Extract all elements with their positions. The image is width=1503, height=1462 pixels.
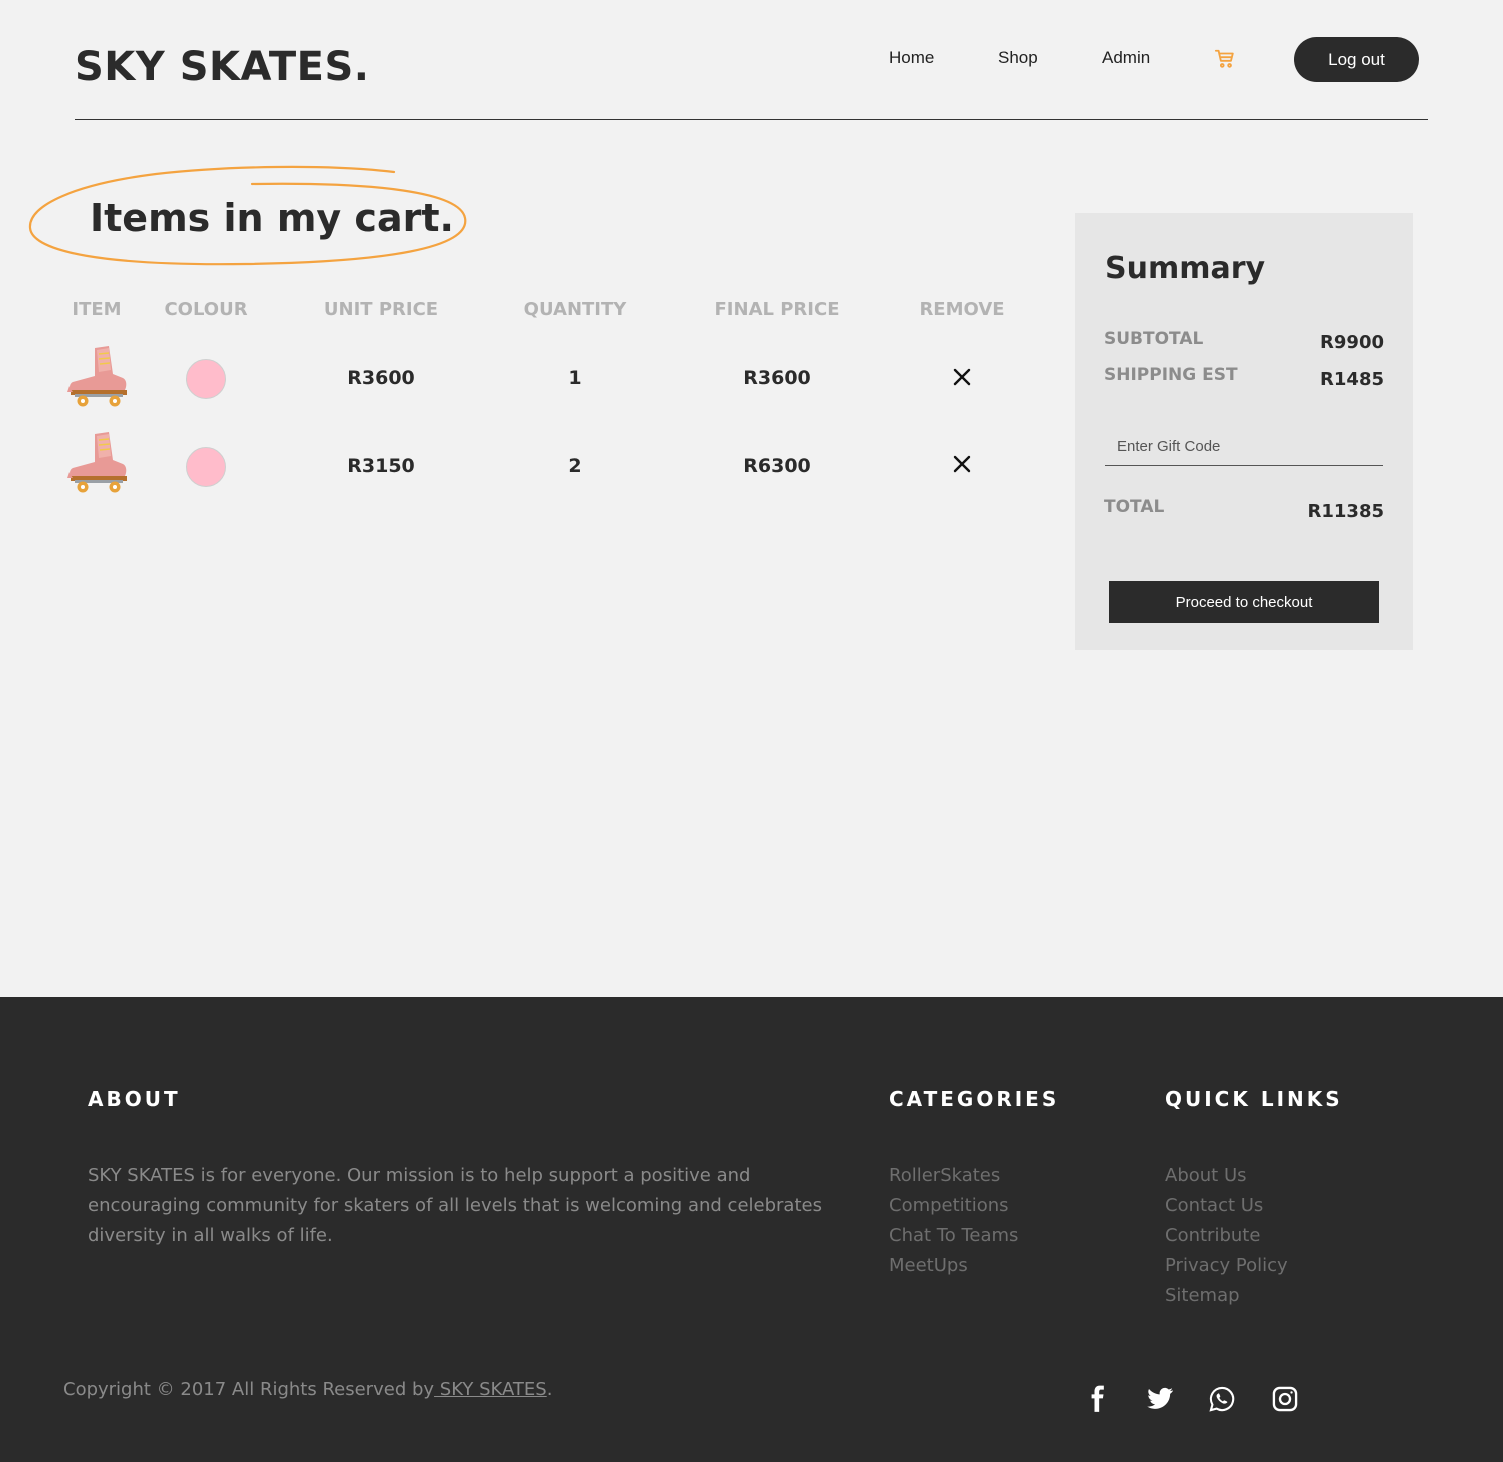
roller-skate-image[interactable] <box>65 430 129 496</box>
order-summary-panel: Summary SUBTOTAL R9900 SHIPPING EST R148… <box>1075 213 1413 650</box>
instagram-icon[interactable] <box>1271 1385 1299 1413</box>
site-footer: ABOUT SKY SKATES is for everyone. Our mi… <box>0 997 1503 1462</box>
subtotal-value: R9900 <box>1320 332 1384 353</box>
main-nav: Home Shop Admin <box>0 48 1503 70</box>
total-label: TOTAL <box>1104 497 1165 517</box>
footer-categories-heading: CATEGORIES <box>889 1087 1060 1111</box>
nav-home[interactable]: Home <box>889 48 934 68</box>
shipping-label: SHIPPING EST <box>1104 365 1238 385</box>
final-price: R3600 <box>743 367 811 389</box>
col-unit-price: UNIT PRICE <box>323 299 439 320</box>
col-final-price: FINAL PRICE <box>714 299 840 320</box>
footer-link[interactable]: Contact Us <box>1165 1191 1288 1221</box>
copyright-link[interactable]: SKY SKATES <box>434 1379 547 1400</box>
colour-swatch <box>186 359 226 399</box>
footer-link[interactable]: About Us <box>1165 1161 1288 1191</box>
footer-quicklinks-heading: QUICK LINKS <box>1165 1087 1343 1111</box>
footer-link[interactable]: MeetUps <box>889 1251 1018 1281</box>
cart-title: Items in my cart. <box>90 196 454 240</box>
header-divider <box>75 119 1428 120</box>
copyright-text: Copyright © 2017 All Rights Reserved by <box>63 1379 435 1400</box>
quantity: 1 <box>568 367 582 389</box>
col-item: ITEM <box>72 299 122 320</box>
footer-link[interactable]: Sitemap <box>1165 1281 1288 1311</box>
unit-price: R3150 <box>347 455 415 477</box>
facebook-icon[interactable] <box>1084 1385 1112 1413</box>
unit-price: R3600 <box>347 367 415 389</box>
cart-icon[interactable] <box>1214 48 1236 70</box>
twitter-icon[interactable] <box>1146 1385 1174 1413</box>
final-price: R6300 <box>743 455 811 477</box>
footer-quicklinks-list: About Us Contact Us Contribute Privacy P… <box>1165 1161 1288 1311</box>
nav-shop[interactable]: Shop <box>998 48 1038 68</box>
footer-link[interactable]: RollerSkates <box>889 1161 1018 1191</box>
col-colour: COLOUR <box>164 299 248 320</box>
shipping-value: R1485 <box>1320 369 1384 390</box>
col-quantity: QUANTITY <box>523 299 627 320</box>
subtotal-label: SUBTOTAL <box>1104 329 1204 349</box>
total-value: R11385 <box>1307 501 1384 522</box>
footer-link[interactable]: Contribute <box>1165 1221 1288 1251</box>
nav-admin[interactable]: Admin <box>1102 48 1150 68</box>
copyright: Copyright © 2017 All Rights Reserved by … <box>63 1379 552 1400</box>
whatsapp-icon[interactable] <box>1208 1385 1236 1413</box>
summary-title: Summary <box>1105 251 1266 286</box>
quantity: 2 <box>568 455 582 477</box>
remove-icon[interactable] <box>951 453 973 475</box>
logout-button[interactable]: Log out <box>1294 37 1419 82</box>
roller-skate-image[interactable] <box>65 344 129 410</box>
footer-link[interactable]: Privacy Policy <box>1165 1251 1288 1281</box>
cart-title-block: Items in my cart. <box>26 160 471 272</box>
footer-link[interactable]: Competitions <box>889 1191 1018 1221</box>
footer-link[interactable]: Chat To Teams <box>889 1221 1018 1251</box>
footer-about-text: SKY SKATES is for everyone. Our mission … <box>88 1165 822 1246</box>
gift-code-input[interactable] <box>1105 428 1383 466</box>
checkout-button[interactable]: Proceed to checkout <box>1109 581 1379 623</box>
copyright-suffix: . <box>546 1379 553 1400</box>
col-remove: REMOVE <box>919 299 1005 320</box>
footer-categories-list: RollerSkates Competitions Chat To Teams … <box>889 1161 1018 1281</box>
colour-swatch <box>186 447 226 487</box>
remove-icon[interactable] <box>951 366 973 388</box>
footer-about-heading: ABOUT <box>88 1087 181 1111</box>
